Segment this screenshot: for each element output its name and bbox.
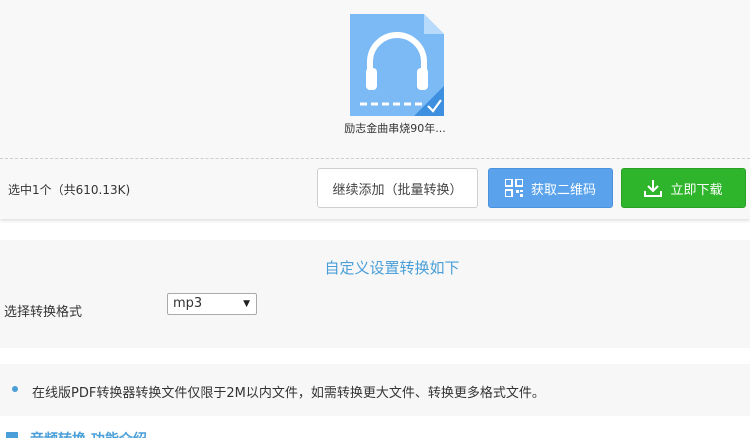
notice-text: 在线版PDF转换器转换文件仅限于2M以内文件，如需转换更大文件、转换更多格式文件… (32, 386, 545, 401)
download-now-label: 立即下载 (670, 182, 723, 198)
audio-file-icon (350, 14, 444, 116)
settings-title: 自定义设置转换如下 (324, 259, 460, 277)
file-name: 励志金曲串烧90年... (344, 122, 446, 135)
dropdown-arrow-icon: ▼ (243, 299, 250, 309)
bottom-heading-text: 音频转换 功能介绍 (30, 429, 147, 438)
file-card[interactable]: 励志金曲串烧90年... (340, 14, 450, 144)
get-qrcode-label: 获取二维码 (530, 182, 596, 198)
action-bar: 选中1个（共610.13K) 继续添加（批量转换） 获取二维码 立即下载 (0, 159, 750, 219)
settings-section: 自定义设置转换如下 选择转换格式 mp3 ▼ (0, 240, 750, 348)
heading-square-icon (6, 432, 18, 438)
notice-section: 在线版PDF转换器转换文件仅限于2M以内文件，如需转换更大文件、转换更多格式文件… (0, 364, 750, 416)
download-icon (644, 179, 663, 197)
format-select[interactable]: mp3 ▼ (167, 293, 257, 315)
qrcode-icon (504, 179, 523, 197)
download-now-button[interactable]: 立即下载 (621, 168, 746, 208)
bullet-icon (12, 386, 18, 392)
format-selected-value: mp3 (173, 296, 203, 311)
get-qrcode-button[interactable]: 获取二维码 (488, 168, 613, 208)
format-label: 选择转换格式 (4, 305, 83, 320)
file-area: 励志金曲串烧90年... (0, 0, 750, 159)
selection-info: 选中1个（共610.13K) (8, 183, 131, 197)
bottom-heading: 音频转换 功能介绍 (0, 428, 750, 438)
continue-add-label: 继续添加（批量转换） (332, 182, 463, 198)
continue-add-button[interactable]: 继续添加（批量转换） (317, 168, 478, 208)
